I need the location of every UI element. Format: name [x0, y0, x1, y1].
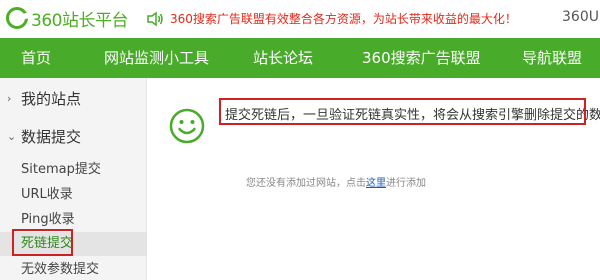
- speaker-icon: [147, 11, 163, 26]
- sidebar-item-sitemap[interactable]: Sitemap提交: [0, 158, 147, 182]
- add-site-link[interactable]: 这里: [366, 178, 386, 189]
- nav-site-monitor-tools[interactable]: 网站监测小工具: [104, 38, 209, 78]
- empty-state-prefix: 您还没有添加过网站，点击: [246, 178, 366, 189]
- nav-search-ad-alliance[interactable]: 360搜索广告联盟: [362, 38, 481, 78]
- empty-state-suffix: 进行添加: [386, 178, 426, 189]
- site-logo[interactable]: 360站长平台: [6, 6, 128, 31]
- sidebar-group-label: 数据提交: [21, 127, 82, 146]
- nav-navigation-alliance[interactable]: 导航联盟: [522, 38, 582, 78]
- highlight-box-message: [219, 98, 586, 125]
- announcement[interactable]: 360搜索广告联盟有效整合各方资源，为站长带来收益的最大化！: [146, 10, 517, 27]
- announcement-text: 360搜索广告联盟有效整合各方资源，为站长带来收益的最大化！: [170, 12, 517, 26]
- sidebar-group-data-submit[interactable]: ⌄ 数据提交: [0, 119, 147, 153]
- nav-webmaster-forum[interactable]: 站长论坛: [253, 38, 313, 78]
- chevron-down-icon: ⌄: [7, 129, 17, 143]
- sidebar-item-invalid-params[interactable]: 无效参数提交: [0, 258, 147, 280]
- logo-text: 360站长平台: [31, 10, 128, 31]
- logo-icon: [6, 7, 29, 29]
- chevron-right-icon: ›: [7, 91, 12, 105]
- main-nav: 首页 网站监测小工具 站长论坛 360搜索广告联盟 导航联盟: [0, 38, 600, 78]
- sidebar-group-label: 我的站点: [21, 89, 82, 108]
- nav-home[interactable]: 首页: [21, 38, 51, 78]
- sidebar-group-my-sites[interactable]: › 我的站点: [0, 81, 147, 115]
- user-name[interactable]: 360U2: [562, 9, 600, 25]
- empty-state-text: 您还没有添加过网站，点击这里进行添加: [246, 174, 426, 189]
- top-header: 360站长平台 360搜索广告联盟有效整合各方资源，为站长带来收益的最大化！ 3…: [0, 0, 600, 38]
- smiley-icon: [169, 108, 205, 144]
- sidebar-item-url-submit[interactable]: URL收录: [0, 183, 147, 207]
- highlight-box-dead-link: [12, 229, 73, 256]
